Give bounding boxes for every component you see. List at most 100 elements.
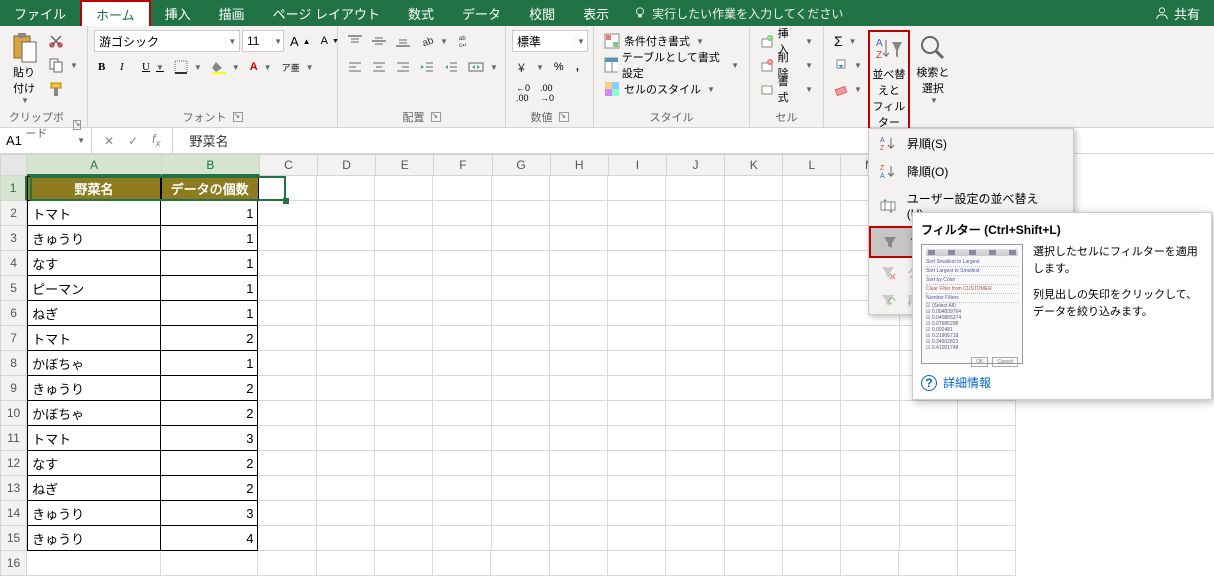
- select-all-button[interactable]: [0, 154, 27, 176]
- cell-C7[interactable]: [258, 326, 316, 351]
- percent-button[interactable]: %: [550, 56, 570, 78]
- cell-I6[interactable]: [608, 301, 666, 326]
- tab-data[interactable]: データ: [448, 0, 515, 26]
- tab-file[interactable]: ファイル: [0, 0, 80, 26]
- cell-B4[interactable]: 1: [161, 251, 259, 276]
- underline-button[interactable]: U▼: [138, 56, 168, 78]
- cell-I15[interactable]: [608, 526, 666, 551]
- autosum-button[interactable]: Σ▼: [830, 30, 866, 52]
- cell-M11[interactable]: [841, 426, 899, 451]
- cell-O13[interactable]: [958, 476, 1016, 501]
- cell-L8[interactable]: [783, 351, 841, 376]
- menu-sort-asc[interactable]: AZ昇順(S): [869, 129, 1073, 157]
- border-button[interactable]: ▼: [170, 56, 206, 78]
- cell-D1[interactable]: [317, 176, 375, 201]
- cell-D2[interactable]: [317, 201, 375, 226]
- cell-E13[interactable]: [375, 476, 433, 501]
- cell-H7[interactable]: [550, 326, 608, 351]
- cell-G11[interactable]: [492, 426, 550, 451]
- sort-filter-button[interactable]: AZ 並べ替えと フィルター▼: [868, 30, 910, 143]
- cell-B8[interactable]: 1: [161, 351, 259, 376]
- row-header-7[interactable]: 7: [0, 326, 27, 351]
- cell-C14[interactable]: [258, 501, 316, 526]
- cell-C13[interactable]: [258, 476, 316, 501]
- cell-L7[interactable]: [783, 326, 841, 351]
- cell-A5[interactable]: ピーマン: [27, 276, 161, 301]
- cell-A2[interactable]: トマト: [27, 201, 161, 226]
- cell-C9[interactable]: [258, 376, 316, 401]
- cell-L15[interactable]: [783, 526, 841, 551]
- number-dialog-launcher[interactable]: [559, 112, 569, 122]
- merge-button[interactable]: ▼: [464, 56, 502, 78]
- cell-J10[interactable]: [666, 401, 724, 426]
- insert-function-button[interactable]: fx: [152, 132, 160, 149]
- align-left-button[interactable]: [344, 56, 366, 78]
- alignment-dialog-launcher[interactable]: [431, 112, 441, 122]
- cell-J8[interactable]: [666, 351, 724, 376]
- italic-button[interactable]: I: [116, 56, 136, 78]
- row-header-5[interactable]: 5: [0, 276, 27, 301]
- cell-D11[interactable]: [317, 426, 375, 451]
- row-header-10[interactable]: 10: [0, 401, 27, 426]
- cell-A7[interactable]: トマト: [27, 326, 161, 351]
- enter-formula-button[interactable]: ✓: [128, 134, 138, 148]
- col-header-E[interactable]: E: [376, 154, 434, 176]
- cell-K1[interactable]: [725, 176, 783, 201]
- cell-F5[interactable]: [433, 276, 491, 301]
- cell-D15[interactable]: [317, 526, 375, 551]
- row-header-8[interactable]: 8: [0, 351, 27, 376]
- cell-K12[interactable]: [725, 451, 783, 476]
- cell-E8[interactable]: [375, 351, 433, 376]
- orientation-button[interactable]: ab▼: [416, 30, 452, 52]
- cell-G6[interactable]: [492, 301, 550, 326]
- align-center-button[interactable]: [368, 56, 390, 78]
- cell-L6[interactable]: [783, 301, 841, 326]
- cell-L2[interactable]: [783, 201, 841, 226]
- cell-A1[interactable]: 野菜名: [27, 176, 161, 201]
- align-right-button[interactable]: [392, 56, 414, 78]
- cell-M7[interactable]: [841, 326, 899, 351]
- cell-H1[interactable]: [550, 176, 608, 201]
- cell-B3[interactable]: 1: [161, 226, 259, 251]
- cell-A12[interactable]: なす: [27, 451, 161, 476]
- cell-F7[interactable]: [433, 326, 491, 351]
- cell-J1[interactable]: [666, 176, 724, 201]
- cell-A16[interactable]: [27, 551, 161, 576]
- cell-L10[interactable]: [783, 401, 841, 426]
- cell-B13[interactable]: 2: [161, 476, 259, 501]
- cell-D4[interactable]: [317, 251, 375, 276]
- cell-G9[interactable]: [492, 376, 550, 401]
- cell-I4[interactable]: [608, 251, 666, 276]
- cell-G5[interactable]: [492, 276, 550, 301]
- cell-E9[interactable]: [375, 376, 433, 401]
- formula-bar[interactable]: 野菜名: [173, 131, 244, 150]
- accounting-format-button[interactable]: ¥▼: [512, 56, 548, 78]
- format-painter-button[interactable]: [44, 78, 82, 100]
- cell-K6[interactable]: [725, 301, 783, 326]
- cell-N14[interactable]: [900, 501, 958, 526]
- cell-B10[interactable]: 2: [161, 401, 259, 426]
- bold-button[interactable]: B: [94, 56, 114, 78]
- cell-J2[interactable]: [666, 201, 724, 226]
- cell-M14[interactable]: [841, 501, 899, 526]
- cell-M16[interactable]: [841, 551, 899, 576]
- cell-B7[interactable]: 2: [161, 326, 259, 351]
- cell-I10[interactable]: [608, 401, 666, 426]
- cell-E1[interactable]: [375, 176, 433, 201]
- cell-G14[interactable]: [492, 501, 550, 526]
- cell-I7[interactable]: [608, 326, 666, 351]
- increase-decimal-button[interactable]: ←0.00: [512, 82, 534, 104]
- cell-G13[interactable]: [492, 476, 550, 501]
- cell-M13[interactable]: [841, 476, 899, 501]
- cell-J5[interactable]: [666, 276, 724, 301]
- cell-A9[interactable]: きゅうり: [27, 376, 161, 401]
- tell-me-search[interactable]: 実行したい作業を入力してください: [623, 0, 853, 26]
- cell-E11[interactable]: [375, 426, 433, 451]
- clipboard-dialog-launcher[interactable]: [73, 120, 81, 130]
- cell-H11[interactable]: [550, 426, 608, 451]
- cell-F3[interactable]: [433, 226, 491, 251]
- cell-K7[interactable]: [725, 326, 783, 351]
- cell-D6[interactable]: [317, 301, 375, 326]
- cell-E4[interactable]: [375, 251, 433, 276]
- cell-E10[interactable]: [375, 401, 433, 426]
